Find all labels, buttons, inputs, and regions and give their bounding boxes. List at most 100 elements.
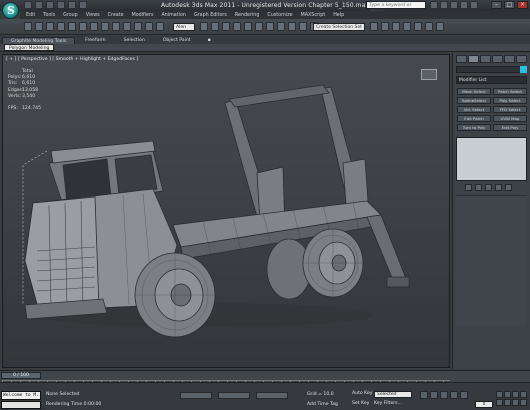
link-icon[interactable] — [46, 22, 54, 31]
undo-icon[interactable] — [24, 22, 32, 31]
key-filters-button[interactable]: Key Filters... — [374, 401, 402, 406]
key-mode-dropdown[interactable]: Selected — [374, 391, 412, 398]
reference-coordinate-dropdown[interactable]: Alen — [173, 23, 195, 31]
align-icon[interactable] — [299, 22, 307, 31]
rendered-frame-window-icon[interactable] — [425, 22, 433, 31]
pin-stack-icon[interactable] — [465, 184, 472, 191]
show-end-result-icon[interactable] — [475, 184, 482, 191]
menu-tools[interactable]: Tools — [43, 13, 55, 18]
select-rotate-icon[interactable] — [145, 22, 153, 31]
modifier-button[interactable]: Edit Poly — [493, 124, 527, 131]
menu-graph-editors[interactable]: Graph Editors — [194, 13, 227, 18]
maximize-viewport-icon[interactable] — [520, 399, 527, 406]
object-color-swatch[interactable] — [520, 66, 527, 73]
field-of-view-icon[interactable] — [496, 399, 503, 406]
schematic-view-icon[interactable] — [392, 22, 400, 31]
rect-selection-icon[interactable] — [112, 22, 120, 31]
pan-icon[interactable] — [504, 399, 511, 406]
modifier-button[interactable]: Turn to Poly — [457, 124, 491, 131]
mirror-icon[interactable] — [288, 22, 296, 31]
time-slider[interactable]: 0 / 100 — [1, 372, 41, 379]
app-logo-button[interactable] — [2, 2, 19, 19]
perspective-viewport[interactable]: [ + ] [ Perspective ] [ Smooth + Highlig… — [2, 54, 450, 368]
save-icon[interactable] — [46, 1, 54, 9]
edit-named-selection-icon[interactable] — [277, 22, 285, 31]
percent-snap-icon[interactable] — [255, 22, 263, 31]
utilities-tab-icon[interactable] — [516, 55, 527, 63]
curve-editor-icon[interactable] — [381, 22, 389, 31]
menu-group[interactable]: Group — [63, 13, 78, 18]
y-coordinate-field[interactable] — [218, 392, 250, 399]
search-icon[interactable] — [430, 1, 438, 9]
current-frame-field[interactable]: 0 — [475, 401, 493, 408]
modifier-button[interactable]: Mesh Select — [457, 88, 491, 95]
modifier-button[interactable]: Vol. Select — [457, 106, 491, 113]
modifier-button[interactable]: FFD Select — [493, 106, 527, 113]
render-production-icon[interactable] — [436, 22, 444, 31]
modifier-button[interactable]: Edit Patch — [457, 115, 491, 122]
zoom-extents-icon[interactable] — [512, 391, 519, 398]
search-input[interactable]: Type a keyword or phrase — [366, 1, 426, 15]
maximize-button[interactable]: □ — [504, 1, 515, 9]
menu-create[interactable]: Create — [108, 13, 124, 18]
select-by-name-icon[interactable] — [101, 22, 109, 31]
select-move-icon[interactable] — [134, 22, 142, 31]
menu-views[interactable]: Views — [86, 13, 100, 18]
add-time-tag[interactable]: Add Time Tag — [307, 402, 338, 407]
modifier-button[interactable]: SplineSelect — [457, 97, 491, 104]
menu-modifiers[interactable]: Modifiers — [132, 13, 154, 18]
undo-icon[interactable] — [57, 1, 65, 9]
hierarchy-tab-icon[interactable] — [480, 55, 491, 63]
menu-help[interactable]: Help — [333, 13, 344, 18]
pivot-center-icon[interactable] — [200, 22, 208, 31]
create-tab-icon[interactable] — [456, 55, 467, 63]
select-scale-icon[interactable] — [156, 22, 164, 31]
close-button[interactable]: × — [517, 1, 528, 9]
viewcube-icon[interactable] — [421, 69, 437, 80]
panel-polygon-modeling[interactable]: Polygon Modeling — [4, 44, 55, 51]
open-file-icon[interactable] — [35, 1, 43, 9]
ribbon-options-icon[interactable]: ▪ — [205, 37, 214, 44]
window-crossing-icon[interactable] — [123, 22, 131, 31]
redo-icon[interactable] — [68, 1, 76, 9]
render-setup-icon[interactable] — [414, 22, 422, 31]
set-key-button[interactable]: Set Key — [352, 401, 369, 406]
modifier-button[interactable]: Poly Select — [493, 97, 527, 104]
z-coordinate-field[interactable] — [256, 392, 288, 399]
next-frame-icon[interactable] — [450, 391, 458, 399]
modify-tab-icon[interactable] — [468, 55, 479, 63]
maxscript-listener-input[interactable]: Welcome to M. — [1, 391, 41, 400]
tab-selection[interactable]: Selection — [116, 37, 153, 44]
menu-animation[interactable]: Animation — [161, 13, 185, 18]
zoom-extents-all-icon[interactable] — [520, 391, 527, 398]
viewport-label[interactable]: [ + ] [ Perspective ] [ Smooth + Highlig… — [6, 57, 138, 62]
display-tab-icon[interactable] — [504, 55, 515, 63]
graphite-toggle-icon[interactable] — [370, 22, 378, 31]
maxscript-output[interactable] — [1, 401, 41, 409]
menu-maxscript[interactable]: MAXScript — [301, 13, 326, 18]
bind-space-warp-icon[interactable] — [68, 22, 76, 31]
object-name-field[interactable] — [456, 66, 527, 73]
named-selection-set-input[interactable]: Create Selection Set — [313, 23, 365, 31]
modifier-button[interactable]: UVW Map — [493, 115, 527, 122]
subscription-icon[interactable] — [440, 1, 448, 9]
angle-snap-icon[interactable] — [244, 22, 252, 31]
select-object-icon[interactable] — [90, 22, 98, 31]
zoom-all-icon[interactable] — [504, 391, 511, 398]
new-file-icon[interactable] — [24, 1, 32, 9]
menu-edit[interactable]: Edit — [26, 13, 35, 18]
spinner-snap-icon[interactable] — [266, 22, 274, 31]
minimize-button[interactable]: – — [491, 1, 502, 9]
go-to-end-icon[interactable] — [460, 391, 468, 399]
motion-tab-icon[interactable] — [492, 55, 503, 63]
x-coordinate-field[interactable] — [180, 392, 212, 399]
go-to-start-icon[interactable] — [420, 391, 428, 399]
remove-modifier-icon[interactable] — [495, 184, 502, 191]
orbit-icon[interactable] — [512, 399, 519, 406]
play-icon[interactable] — [440, 391, 448, 399]
modifier-button[interactable]: Patch Select — [493, 88, 527, 95]
communication-icon[interactable] — [450, 1, 458, 9]
modifier-stack[interactable] — [456, 137, 527, 181]
configure-sets-icon[interactable] — [505, 184, 512, 191]
tab-freeform[interactable]: Freeform — [77, 37, 113, 44]
